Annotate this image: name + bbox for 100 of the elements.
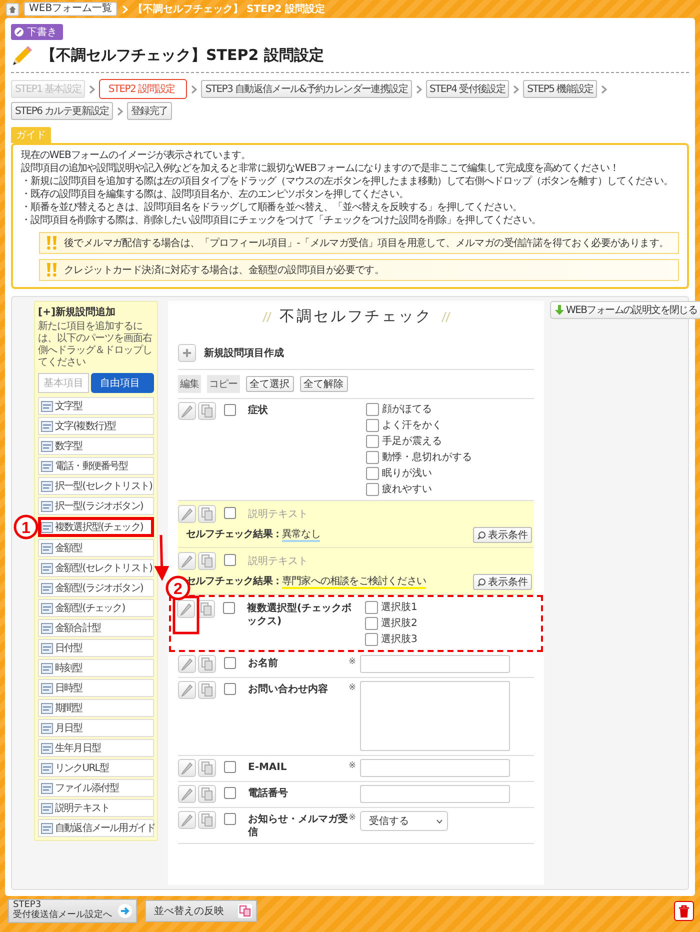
breadcrumb-link[interactable]: WEBフォーム一覧	[24, 2, 118, 16]
edit-button[interactable]	[178, 759, 196, 777]
option-label: 動悸・息切れがする	[382, 450, 472, 464]
field-type-item[interactable]: 日付型	[38, 639, 154, 657]
text-field[interactable]	[360, 655, 510, 673]
row-type-label: 説明テキスト	[248, 508, 309, 522]
field-type-item[interactable]: 金額型(ラジオボタン)	[38, 579, 154, 597]
text-field[interactable]	[360, 759, 510, 777]
question-label[interactable]: 電話番号	[248, 787, 288, 800]
field-type-item[interactable]: 月日型	[38, 719, 154, 737]
question-label[interactable]: お名前	[248, 657, 278, 670]
text-field[interactable]	[360, 785, 510, 803]
option-label: 選択肢3	[381, 632, 418, 646]
row-checkbox[interactable]	[223, 602, 235, 614]
copy-button[interactable]	[198, 505, 216, 523]
field-type-icon	[41, 440, 53, 452]
question-label[interactable]: 症状	[248, 404, 268, 417]
row-checkbox[interactable]	[224, 404, 236, 416]
field-type-item[interactable]: 択一型(ラジオボタン)	[38, 497, 154, 515]
display-condition-button[interactable]: 表示条件	[473, 527, 532, 543]
step-tab[interactable]: STEP4 受付後設定	[426, 80, 510, 98]
copy-button[interactable]	[198, 759, 216, 777]
copy-button[interactable]	[198, 785, 216, 803]
option-checkbox[interactable]	[366, 402, 379, 416]
edit-button[interactable]	[178, 552, 196, 570]
option-checkbox[interactable]	[365, 616, 378, 630]
field-type-item[interactable]: 説明テキスト	[38, 799, 154, 817]
copy-button[interactable]	[198, 402, 216, 420]
field-type-item[interactable]: 生年月日型	[38, 739, 154, 757]
field-type-item[interactable]: 電話・郵便番号型	[38, 457, 154, 475]
row-checkbox[interactable]	[224, 507, 236, 519]
next-step-button[interactable]: STEP3 受付後送信メール設定へ	[8, 899, 137, 923]
row-checkbox[interactable]	[224, 657, 236, 669]
new-item-label[interactable]: 新規設問項目作成	[204, 346, 284, 360]
copy-button[interactable]	[198, 655, 216, 673]
field-type-item[interactable]: 期間型	[38, 699, 154, 717]
field-type-item[interactable]: 数字型	[38, 437, 154, 455]
chevron-icon	[89, 84, 96, 94]
field-type-item[interactable]: 文字(複数行)型	[38, 417, 154, 435]
field-type-item[interactable]: 複数選択型(チェック)	[38, 517, 154, 537]
edit-button[interactable]	[178, 811, 196, 829]
row-checkbox[interactable]	[224, 683, 236, 695]
field-type-item[interactable]: 日時型	[38, 679, 154, 697]
column-header: コピー	[207, 375, 240, 393]
field-type-item[interactable]: 金額型(チェック)	[38, 599, 154, 617]
row-checkbox[interactable]	[224, 787, 236, 799]
edit-button[interactable]	[178, 655, 196, 673]
apply-order-button[interactable]: 並べ替えの反映	[145, 900, 257, 922]
copy-button[interactable]	[198, 552, 216, 570]
edit-button[interactable]	[178, 402, 196, 420]
option-checkbox[interactable]	[366, 482, 379, 496]
field-type-item[interactable]: 金額型(セレクトリスト)	[38, 559, 154, 577]
step-tab[interactable]: STEP3 自動返信メール&予約カレンダー連携設定	[201, 80, 412, 98]
sidebar-title: [+]新規設問追加	[38, 305, 117, 319]
field-type-icon	[41, 500, 53, 512]
field-type-item[interactable]: ファイル添付型	[38, 779, 154, 797]
row-type-label: 説明テキスト	[248, 554, 309, 569]
copy-button[interactable]	[198, 811, 216, 829]
step-tab[interactable]: STEP5 機能設定	[523, 80, 598, 98]
step-tab[interactable]: STEP2 設問設定	[99, 79, 188, 99]
option-checkbox[interactable]	[366, 466, 379, 480]
copy-button[interactable]	[198, 681, 216, 699]
step-tab[interactable]: 登録完了	[126, 102, 172, 120]
field-type-item[interactable]: リンクURL型	[38, 759, 154, 777]
question-label[interactable]: お問い合わせ内容	[248, 683, 328, 696]
deselect-all-button[interactable]: 全て解除	[300, 376, 348, 392]
edit-button[interactable]	[177, 600, 195, 618]
close-description-button[interactable]: WEBフォームの説明文を閉じる	[550, 301, 700, 319]
select-field[interactable]: 受信する	[360, 811, 448, 831]
row-checkbox[interactable]	[224, 554, 236, 566]
option-checkbox[interactable]	[366, 434, 379, 448]
option-checkbox[interactable]	[366, 450, 379, 464]
textarea-field[interactable]	[360, 681, 510, 751]
field-type-item[interactable]: 択一型(セレクトリスト)	[38, 477, 154, 495]
step-tab[interactable]: STEP6 カルテ更新設定	[11, 102, 113, 120]
field-type-item[interactable]: 時刻型	[38, 659, 154, 677]
edit-button[interactable]	[178, 785, 196, 803]
field-type-item[interactable]: 金額型	[38, 539, 154, 557]
field-type-item[interactable]: 自動返信メール用ガイド	[38, 819, 154, 837]
field-type-item[interactable]: 文字型	[38, 397, 154, 415]
select-all-button[interactable]: 全て選択	[246, 376, 294, 392]
edit-button[interactable]	[178, 681, 196, 699]
question-label[interactable]: お知らせ・メルマガ受信	[248, 813, 348, 839]
question-label[interactable]: E-MAIL	[248, 761, 287, 774]
question-label[interactable]: 複数選択型(チェックボックス)	[247, 602, 355, 628]
delete-button[interactable]	[674, 901, 694, 921]
option-checkbox[interactable]	[365, 600, 378, 614]
edit-button[interactable]	[178, 505, 196, 523]
row-checkbox[interactable]	[224, 761, 236, 773]
add-button[interactable]	[178, 344, 196, 362]
option-checkbox[interactable]	[366, 418, 379, 432]
display-condition-button[interactable]: 表示条件	[473, 574, 532, 590]
option-checkbox[interactable]	[365, 632, 378, 646]
row-checkbox[interactable]	[224, 813, 236, 825]
home-button[interactable]	[6, 2, 19, 16]
field-type-item[interactable]: 金額合計型	[38, 619, 154, 637]
field-type-icon	[41, 420, 53, 432]
item-category-tab[interactable]: 自由項目	[91, 373, 154, 393]
option-label: 顔がほてる	[382, 402, 432, 416]
pencil-icon	[11, 44, 33, 66]
